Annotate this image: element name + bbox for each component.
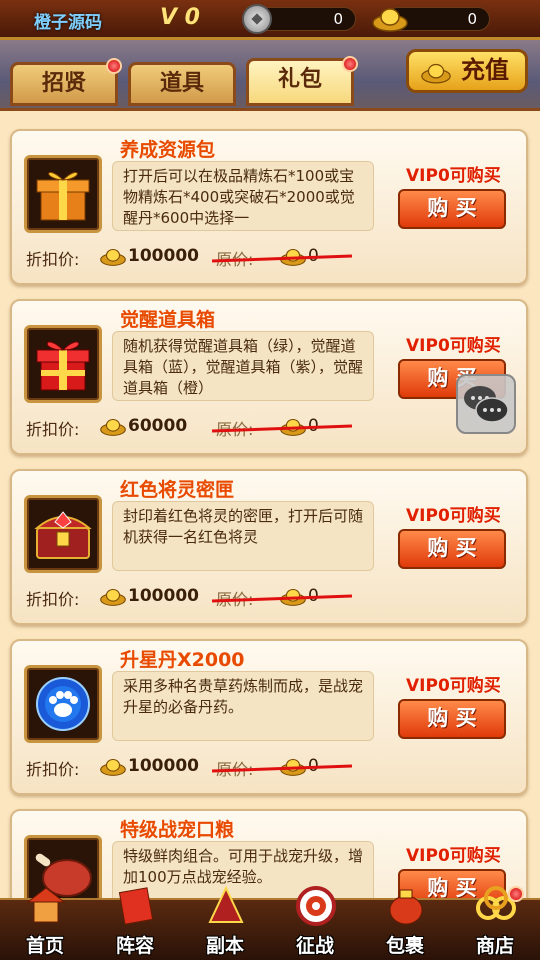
- tab-label: 招贤: [41, 71, 86, 96]
- item-description: 封印着红色将灵的密匣，打开后可随机获得一名红色将灵: [112, 501, 374, 571]
- bottom-nav: 首页 阵容 副本 征战 包裹 商店: [0, 885, 540, 960]
- nav-label: 副本: [205, 935, 244, 957]
- nav-label: 商店: [475, 935, 514, 957]
- buy-button[interactable]: 购 买: [398, 189, 506, 229]
- notification-dot-icon: [508, 886, 524, 902]
- item-name: 升星丹X2000: [120, 649, 245, 671]
- gift-pack-list[interactable]: 养成资源包 打开后可以在极品精炼石*100或宝物精炼石*400或突破石*2000…: [0, 108, 540, 898]
- tab-label: 礼包: [277, 67, 322, 92]
- nav-bag[interactable]: 包裹: [360, 889, 450, 960]
- list-item: 红色将灵密匣 封印着红色将灵的密匣，打开后可随机获得一名红色将灵 VIP0可购买…: [10, 469, 528, 625]
- item-name: 觉醒道具箱: [120, 309, 216, 331]
- nav-home[interactable]: 首页: [0, 887, 90, 960]
- dungeon-icon: [208, 885, 244, 923]
- recharge-button[interactable]: 充值: [406, 49, 528, 93]
- gold-ingot-icon: [100, 588, 126, 606]
- tab-recruit[interactable]: 招贤: [10, 62, 118, 106]
- item-description: 随机获得觉醒道具箱（绿），觉醒道具箱（蓝），觉醒道具箱（紫），觉醒道具箱（橙）: [112, 331, 374, 401]
- notification-dot-icon: [342, 56, 358, 72]
- discount-price: 100000: [128, 586, 199, 606]
- gift-box-orange-icon[interactable]: [24, 155, 102, 233]
- tab-gift-pack[interactable]: 礼包: [246, 58, 354, 106]
- price-row: 折扣价: 60000 原价: 0: [26, 413, 386, 441]
- gold-ingot-icon: [421, 63, 451, 84]
- buy-button[interactable]: 购 买: [398, 529, 506, 569]
- item-description: 打开后可以在极品精炼石*100或宝物精炼石*400或突破石*2000或觉醒丹*6…: [112, 161, 374, 231]
- top-bar: 橙子源码 V 0 0 0: [0, 0, 540, 40]
- item-name: 红色将灵密匣: [120, 479, 235, 501]
- nav-label: 包裹: [385, 935, 424, 957]
- server-name: 橙子源码: [34, 13, 102, 33]
- discount-price: 100000: [128, 246, 199, 266]
- vip-requirement: VIP0可购买: [406, 676, 501, 696]
- discount-price-label: 折扣价:: [26, 250, 80, 269]
- list-item: 特级战宠口粮 特级鲜肉组合。可用于战宠升级，增加100万点战宠经验。 VIP0可…: [10, 809, 528, 898]
- vip-level[interactable]: V 0: [160, 5, 200, 30]
- gold-ingot-icon: [100, 758, 126, 776]
- vip-requirement: VIP0可购买: [406, 846, 501, 866]
- nav-lineup[interactable]: 阵容: [90, 887, 180, 960]
- gold-value: 0: [467, 10, 477, 28]
- vip-requirement: VIP0可购买: [406, 166, 501, 186]
- bag-icon: [389, 889, 423, 925]
- chat-bubble-icon[interactable]: [456, 374, 516, 434]
- discount-price-label: 折扣价:: [26, 760, 80, 779]
- nav-battle[interactable]: 征战: [270, 886, 360, 960]
- item-description: 采用多种名贵草药炼制而成，是战宠升星的必备丹药。: [112, 671, 374, 741]
- silver-coin-icon: [242, 4, 272, 34]
- treasure-chest-icon[interactable]: [24, 495, 102, 573]
- home-icon: [26, 887, 66, 923]
- tab-label: 道具: [159, 71, 204, 96]
- nav-dungeon[interactable]: 副本: [180, 885, 270, 960]
- discount-price: 100000: [128, 756, 199, 776]
- silver-value: 0: [333, 10, 343, 28]
- list-item: 升星丹X2000 采用多种名贵草药炼制而成，是战宠升星的必备丹药。 VIP0可购…: [10, 639, 528, 795]
- battle-target-icon: [296, 886, 336, 926]
- discount-price-label: 折扣价:: [26, 420, 80, 439]
- item-name: 特级战宠口粮: [120, 819, 235, 841]
- list-item: 觉醒道具箱 随机获得觉醒道具箱（绿），觉醒道具箱（蓝），觉醒道具箱（紫），觉醒道…: [10, 299, 528, 455]
- buy-button[interactable]: 购 买: [398, 699, 506, 739]
- nav-label: 征战: [295, 935, 334, 957]
- vip-requirement: VIP0可购买: [406, 506, 501, 526]
- list-item: 养成资源包 打开后可以在极品精炼石*100或宝物精炼石*400或突破石*2000…: [10, 129, 528, 285]
- discount-price-label: 折扣价:: [26, 590, 80, 609]
- paw-orb-icon[interactable]: [24, 665, 102, 743]
- vip-requirement: VIP0可购买: [406, 336, 501, 356]
- item-name: 养成资源包: [120, 139, 216, 161]
- nav-label: 首页: [25, 935, 64, 957]
- nav-label: 阵容: [115, 935, 154, 957]
- price-row: 折扣价: 100000 原价: 0: [26, 583, 386, 611]
- gift-box-red-icon[interactable]: [24, 325, 102, 403]
- nav-shop[interactable]: 商店: [450, 886, 540, 960]
- discount-price: 60000: [128, 416, 188, 436]
- gold-ingot-icon: [372, 8, 408, 32]
- price-row: 折扣价: 100000 原价: 0: [26, 753, 386, 781]
- tab-items[interactable]: 道具: [128, 62, 236, 106]
- notification-dot-icon: [106, 58, 122, 74]
- gold-ingot-icon: [100, 248, 126, 266]
- price-row: 折扣价: 100000 原价: 0: [26, 243, 386, 271]
- lineup-icon: [118, 887, 154, 925]
- recharge-label: 充值: [461, 56, 509, 84]
- gold-ingot-icon: [100, 418, 126, 436]
